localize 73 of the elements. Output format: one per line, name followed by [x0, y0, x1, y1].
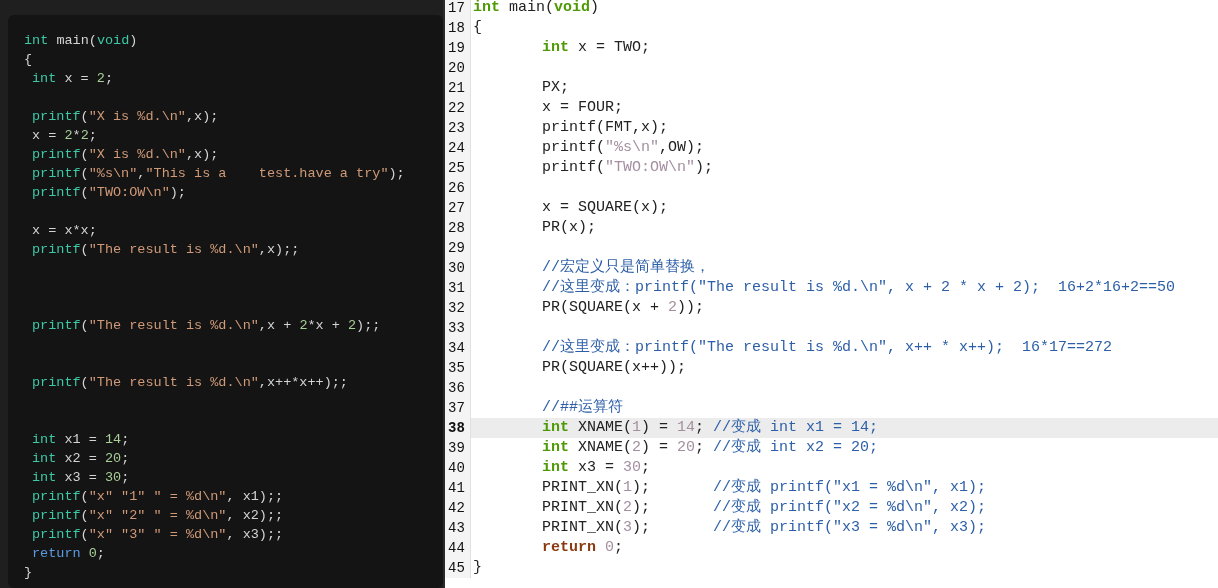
code-line: PR(x);: [542, 217, 596, 238]
line-number: 27: [448, 198, 465, 218]
code-line: int x1 = 14;: [32, 432, 130, 447]
code-line: int x2 = 20;: [32, 451, 130, 466]
line-number: 34: [448, 338, 465, 358]
code-line: int XNAME(2) = 20; //变成 int x2 = 20;: [542, 437, 879, 458]
code-line: x = 2*2;: [32, 128, 97, 143]
line-number: 25: [448, 158, 465, 178]
code-line: return 0;: [32, 546, 105, 561]
line-number: 23: [448, 118, 465, 138]
line-number: 36: [448, 378, 465, 398]
code-line: printf("X is %d.\n",x);: [32, 109, 219, 124]
code-line: printf("%s\n","This is a test.have a try");: [32, 166, 405, 181]
line-number: 17: [448, 0, 465, 18]
code-line: PX;: [542, 77, 569, 98]
line-number: 18: [448, 18, 465, 38]
code-line: printf("TWO:OW\n");: [542, 157, 714, 178]
code-line: //宏定义只是简单替换，: [542, 257, 710, 278]
line-number: 42: [448, 498, 465, 518]
code-line: }: [473, 557, 482, 578]
line-number: 41: [448, 478, 465, 498]
code-line: printf("x" "2" " = %d\n", x2);;: [32, 508, 284, 523]
code-line: PRINT_XN(2); //变成 printf("x2 = %d\n", x2);: [542, 497, 987, 518]
code-line: printf(FMT,x);: [542, 117, 669, 138]
code-line: //##运算符: [542, 397, 623, 418]
code-line: PR(SQUARE(x++));: [542, 357, 687, 378]
line-number: 22: [448, 98, 465, 118]
line-number: 24: [448, 138, 465, 158]
code-line: printf("%s\n",OW);: [542, 137, 705, 158]
line-number: 40: [448, 458, 465, 478]
line-number: 32: [448, 298, 465, 318]
code-line: printf("TWO:OW\n");: [32, 185, 186, 200]
code-line: printf("x" "1" " = %d\n", x1);;: [32, 489, 284, 504]
line-number: 29: [448, 238, 465, 258]
code-line: {: [473, 17, 482, 38]
code-line: //这里变成：printf("The result is %d.\n", x++ * x++); 16*17==272: [542, 337, 1113, 358]
line-number: 19: [448, 38, 465, 58]
line-number: 45: [448, 558, 465, 578]
line-number: 20: [448, 58, 465, 78]
code-line: x = SQUARE(x);: [542, 197, 669, 218]
code-line: PRINT_XN(3); //变成 printf("x3 = %d\n", x3);: [542, 517, 987, 538]
line-number: 31: [448, 278, 465, 298]
line-number: 35: [448, 358, 465, 378]
code-line: printf("X is %d.\n",x);: [32, 147, 219, 162]
line-number: 43: [448, 518, 465, 538]
line-number: 28: [448, 218, 465, 238]
code-line: x = x*x;: [32, 223, 97, 238]
code-line: x = FOUR;: [542, 97, 623, 118]
code-line: printf("x" "3" " = %d\n", x3);;: [32, 527, 284, 542]
code-line: printf("The result is %d.\n",x + 2*x + 2);;: [32, 318, 381, 333]
code-line: int XNAME(1) = 14; //变成 int x1 = 14;: [542, 417, 879, 438]
line-number: 37: [448, 398, 465, 418]
line-number: 21: [448, 78, 465, 98]
line-number: 30: [448, 258, 465, 278]
code-line: printf("The result is %d.\n",x);;: [32, 242, 300, 257]
code-line: printf("The result is %d.\n",x++*x++);;: [32, 375, 348, 390]
line-number: 26: [448, 178, 465, 198]
code-line: int x3 = 30;: [32, 470, 130, 485]
code-line: int x = TWO;: [542, 37, 651, 58]
code-line: PR(SQUARE(x + 2));: [542, 297, 705, 318]
line-number: 33: [448, 318, 465, 338]
line-number: 39: [448, 438, 465, 458]
line-number: 38: [448, 418, 465, 438]
code-line: //这里变成：printf("The result is %d.\n", x + 2 * x + 2); 16+2*16+2==50: [542, 277, 1176, 298]
code-line: int main(void): [24, 33, 138, 48]
code-line: {: [24, 52, 33, 67]
code-line: return 0;: [542, 537, 624, 558]
code-line: int x = 2;: [32, 71, 114, 86]
code-line: PRINT_XN(1); //变成 printf("x1 = %d\n", x1);: [542, 477, 987, 498]
code-line: int x3 = 30;: [542, 457, 651, 478]
code-line: int main(void): [473, 0, 600, 18]
code-line: }: [24, 565, 33, 580]
line-number: 44: [448, 538, 465, 558]
